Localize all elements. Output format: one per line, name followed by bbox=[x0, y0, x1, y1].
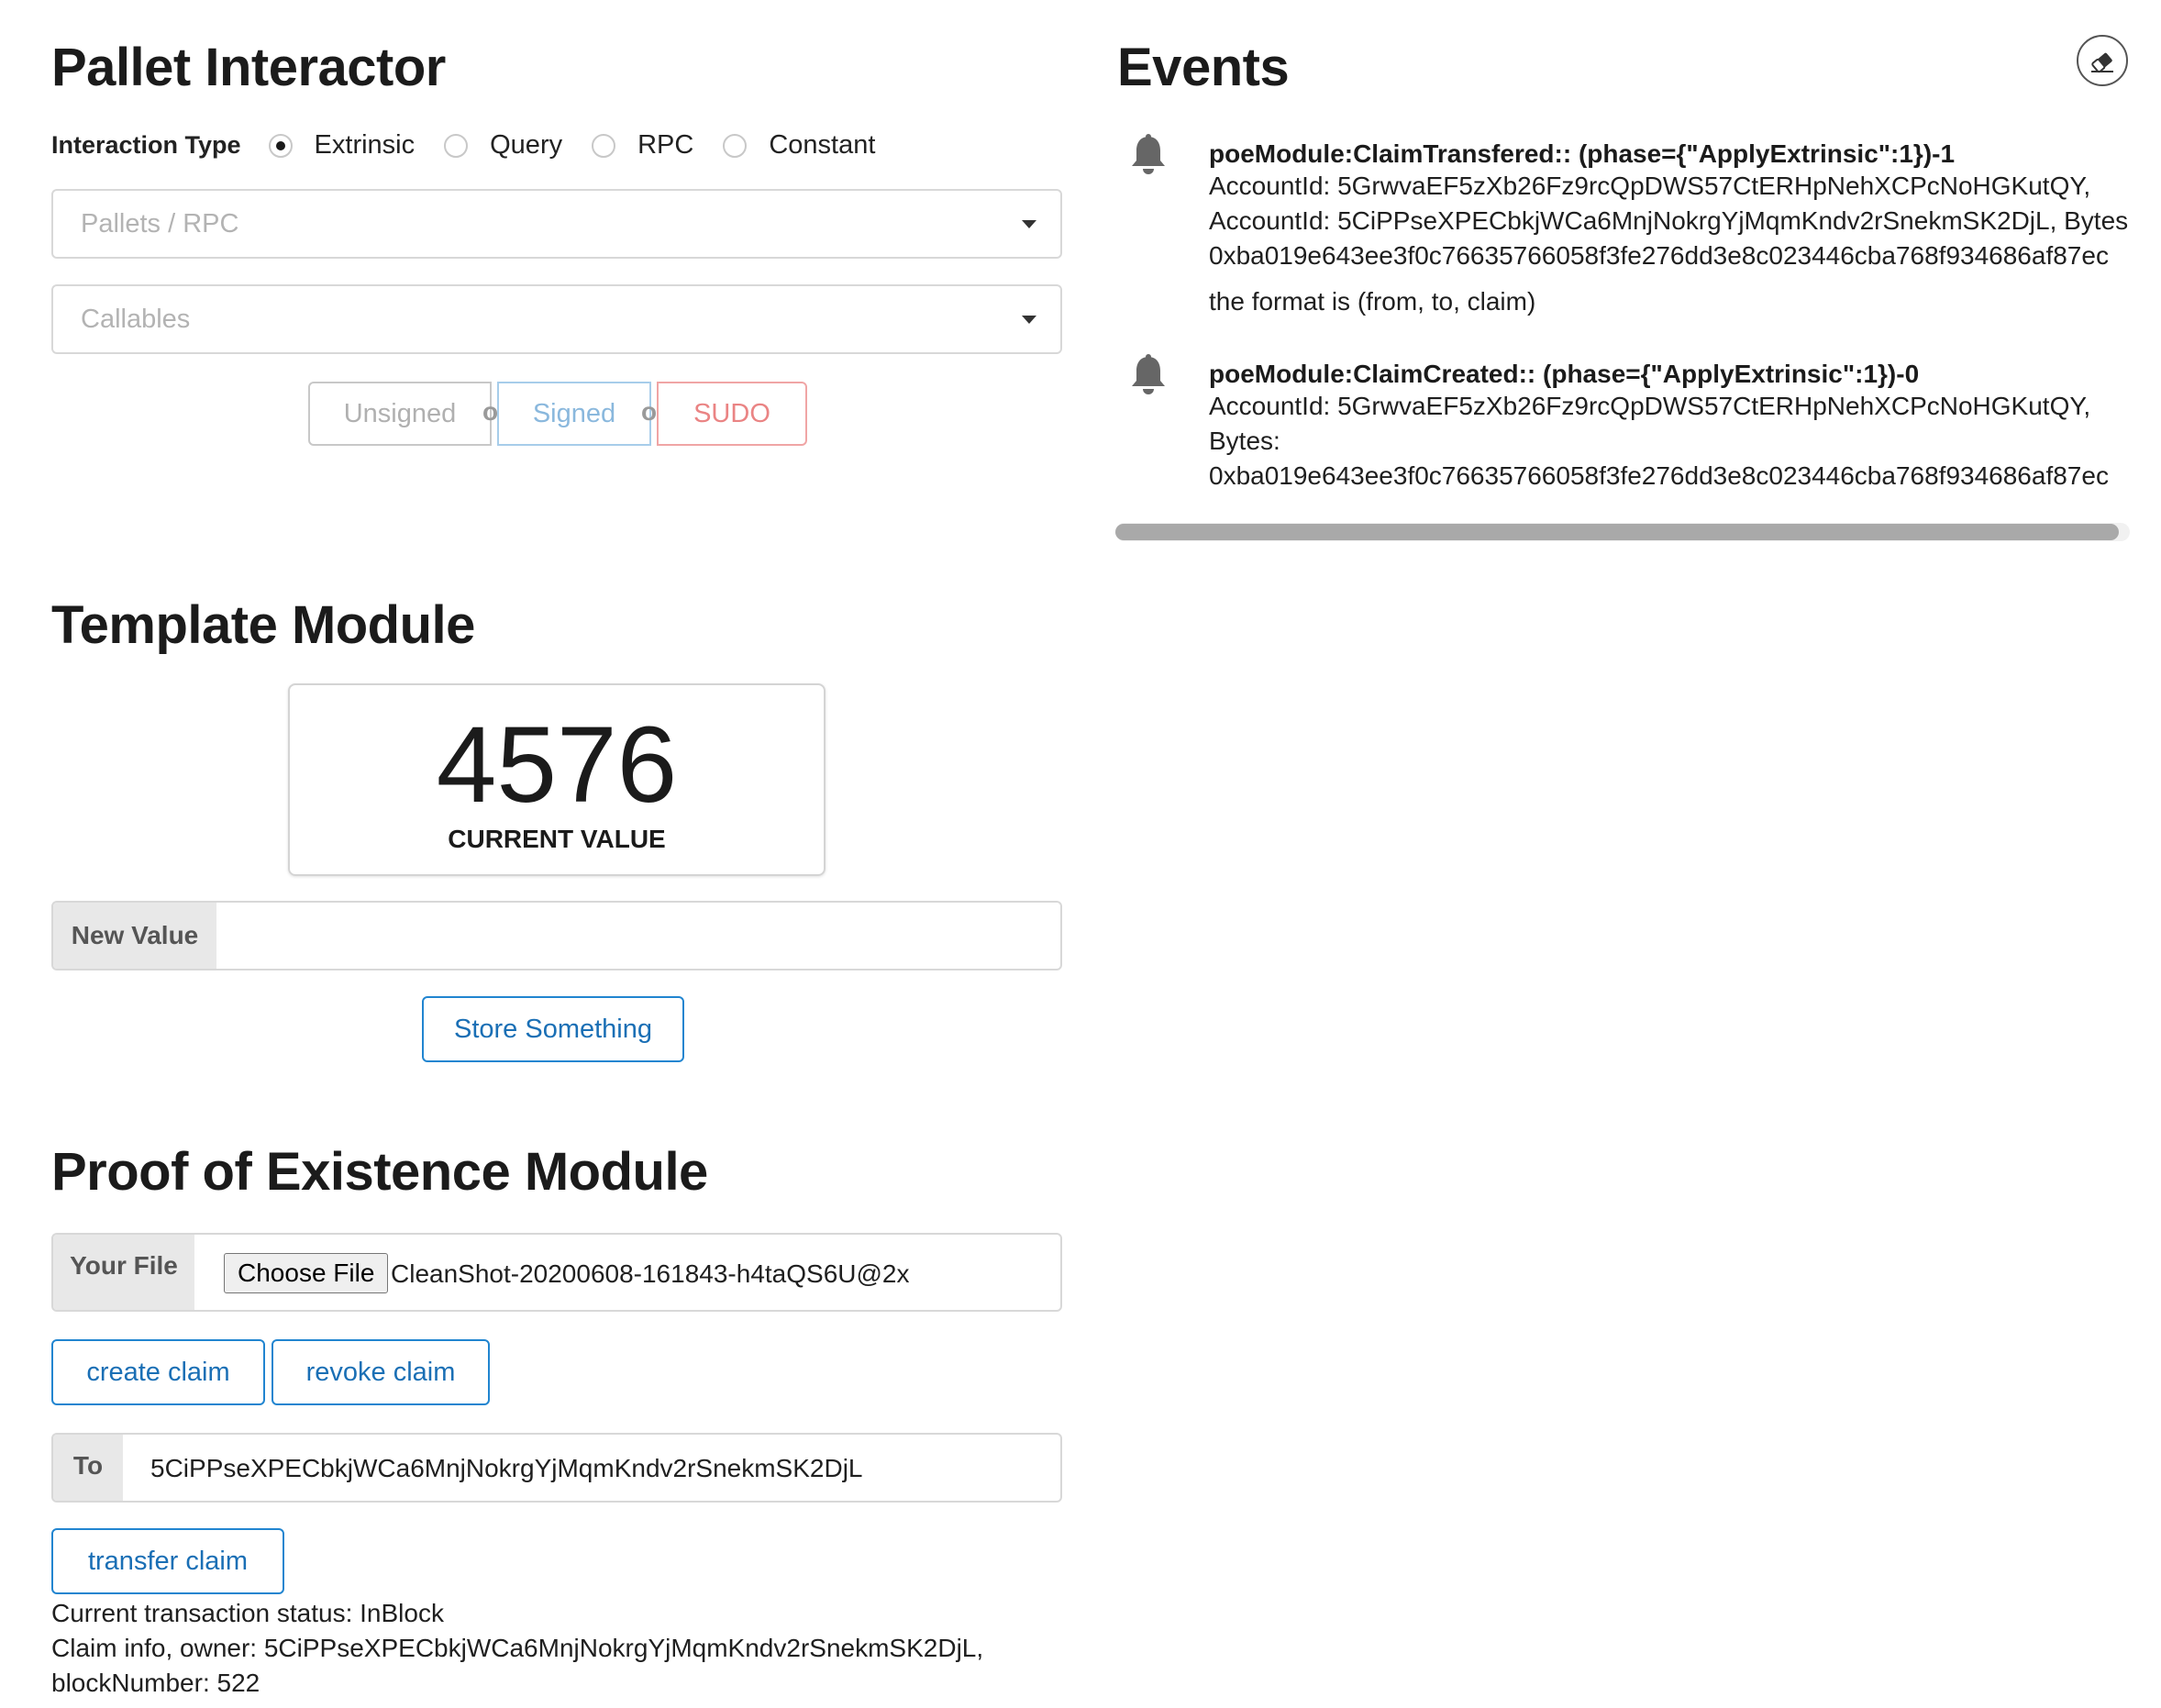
callables-dropdown-placeholder: Callables bbox=[81, 305, 191, 334]
radio-extrinsic-circle[interactable] bbox=[268, 133, 293, 158]
radio-constant[interactable]: Constant bbox=[723, 130, 875, 161]
scrollbar-thumb[interactable] bbox=[1115, 524, 2119, 540]
radio-query[interactable]: Query bbox=[444, 130, 562, 161]
transfer-claim-button[interactable]: transfer claim bbox=[51, 1528, 284, 1594]
pallets-dropdown[interactable]: Pallets / RPC bbox=[51, 189, 1062, 259]
block-number-line: blockNumber: 522 bbox=[51, 1669, 260, 1697]
radio-rpc[interactable]: RPC bbox=[592, 130, 693, 161]
event-content: poeModule:ClaimCreated:: (phase={"ApplyE… bbox=[1209, 360, 2109, 494]
revoke-claim-button-label: revoke claim bbox=[305, 1358, 456, 1387]
callables-dropdown[interactable]: Callables bbox=[51, 284, 1062, 354]
create-claim-button-label: create claim bbox=[86, 1358, 230, 1387]
to-address-input[interactable] bbox=[149, 1435, 1051, 1503]
to-address-field: To bbox=[51, 1433, 1062, 1503]
interaction-type-row: Interaction Type Extrinsic Query RPC Con… bbox=[51, 130, 904, 161]
signed-button-label: Signed bbox=[532, 399, 616, 428]
event-data-line: 0xba019e643ee3f0c76635766058f3fe276dd3e8… bbox=[1209, 241, 2109, 270]
signed-button[interactable]: Signed bbox=[497, 382, 651, 446]
radio-rpc-label: RPC bbox=[637, 130, 694, 160]
file-name-text: CleanShot-20200608-161843-h4taQS6U@2x bbox=[391, 1259, 910, 1288]
choose-file-button-label: Choose File bbox=[238, 1259, 375, 1287]
sudo-button-label: SUDO bbox=[693, 399, 770, 428]
event-data-line: Bytes: bbox=[1209, 427, 1280, 455]
event-data-line: AccountId: 5CiPPseXPECbkjWCa6MnjNokrgYjM… bbox=[1209, 206, 2130, 235]
pallets-dropdown-placeholder: Pallets / RPC bbox=[81, 209, 239, 238]
radio-constant-circle[interactable] bbox=[723, 133, 748, 158]
new-value-field: New Value bbox=[51, 901, 1062, 970]
pallet-interactor-title: Pallet Interactor bbox=[51, 38, 446, 97]
clear-events-button[interactable] bbox=[2077, 35, 2128, 86]
to-label: To bbox=[53, 1435, 123, 1501]
radio-query-circle[interactable] bbox=[444, 133, 469, 158]
claim-info-line: Claim info, owner: 5CiPPseXPECbkjWCa6Mnj… bbox=[51, 1634, 984, 1662]
eraser-icon bbox=[2091, 52, 2113, 73]
event-data-line: AccountId: 5GrwvaEF5zXb26Fz9rcQpDWS57CtE… bbox=[1209, 392, 2091, 420]
create-claim-button[interactable]: create claim bbox=[51, 1339, 265, 1405]
bell-icon bbox=[1132, 354, 1165, 394]
revoke-claim-button[interactable]: revoke claim bbox=[272, 1339, 490, 1405]
your-file-field: Your File Choose File CleanShot-20200608… bbox=[51, 1233, 1062, 1312]
current-value-number: 4576 bbox=[436, 704, 678, 826]
unsigned-button[interactable]: Unsigned bbox=[308, 382, 492, 446]
radio-query-label: Query bbox=[490, 130, 563, 160]
chevron-down-icon bbox=[1022, 220, 1036, 228]
transaction-status: Current transaction status: InBlock Clai… bbox=[51, 1596, 983, 1701]
interaction-type-radio-group: Extrinsic Query RPC Constant bbox=[268, 130, 905, 161]
store-something-button-label: Store Something bbox=[453, 1015, 652, 1044]
events-title: Events bbox=[1117, 38, 1290, 97]
current-value-label: CURRENT VALUE bbox=[448, 825, 666, 853]
radio-rpc-circle[interactable] bbox=[592, 133, 616, 158]
choose-file-button[interactable]: Choose File bbox=[224, 1253, 389, 1293]
transfer-claim-button-label: transfer claim bbox=[87, 1547, 249, 1576]
current-value-card: 4576 CURRENT VALUE bbox=[288, 683, 826, 876]
event-data-line: 0xba019e643ee3f0c76635766058f3fe276dd3e8… bbox=[1209, 461, 2109, 490]
poe-module-title: Proof of Existence Module bbox=[51, 1142, 708, 1202]
unsigned-button-label: Unsigned bbox=[343, 399, 457, 428]
event-content: poeModule:ClaimTransfered:: (phase={"App… bbox=[1209, 139, 2130, 319]
store-something-button[interactable]: Store Something bbox=[422, 996, 684, 1062]
new-value-label: New Value bbox=[53, 903, 216, 969]
event-note: the format is (from, to, claim) bbox=[1209, 287, 1536, 316]
radio-extrinsic-label: Extrinsic bbox=[314, 130, 416, 160]
event-title: poeModule:ClaimCreated:: (phase={"ApplyE… bbox=[1209, 360, 1920, 388]
event-title: poeModule:ClaimTransfered:: (phase={"App… bbox=[1209, 139, 1956, 168]
event-data-line: AccountId: 5GrwvaEF5zXb26Fz9rcQpDWS57CtE… bbox=[1209, 172, 2091, 200]
events-horizontal-scrollbar[interactable] bbox=[1115, 523, 2130, 541]
transaction-status-line: Current transaction status: InBlock bbox=[51, 1599, 444, 1627]
sudo-button[interactable]: SUDO bbox=[657, 382, 807, 446]
new-value-input[interactable] bbox=[218, 903, 1057, 970]
events-feed[interactable]: poeModule:ClaimTransfered:: (phase={"App… bbox=[1117, 128, 2130, 532]
template-module-title: Template Module bbox=[51, 595, 475, 655]
your-file-label: Your File bbox=[53, 1235, 194, 1310]
radio-extrinsic[interactable]: Extrinsic bbox=[268, 130, 416, 161]
interaction-type-label: Interaction Type bbox=[51, 131, 241, 159]
bell-icon bbox=[1132, 134, 1165, 174]
chevron-down-icon bbox=[1022, 316, 1036, 324]
radio-constant-label: Constant bbox=[769, 130, 876, 160]
